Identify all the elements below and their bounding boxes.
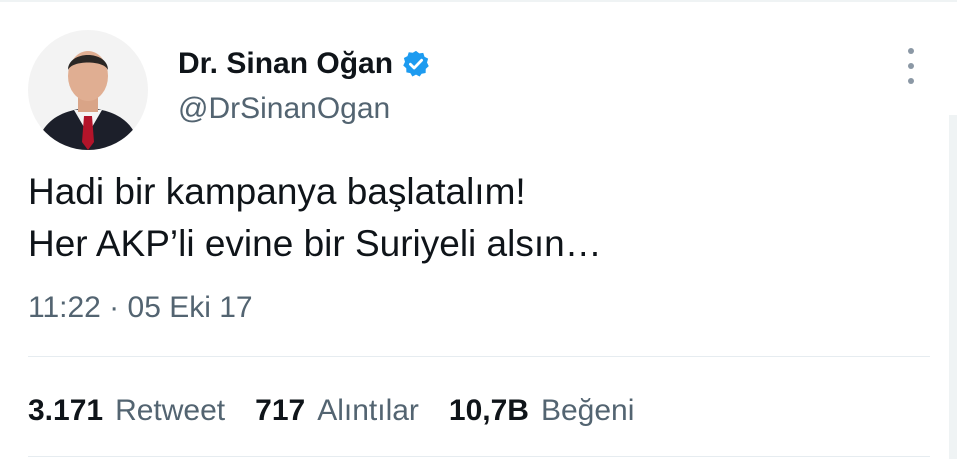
divider [28, 456, 930, 457]
tweet-timestamp[interactable]: 11:22 · 05 Eki 17 [28, 288, 253, 328]
scrollbar-track [949, 115, 957, 459]
stat-label: Beğeni [540, 394, 635, 427]
stat-value: 717 [255, 394, 306, 427]
divider [28, 356, 930, 357]
author-display-name[interactable]: Dr. Sinan Oğan [178, 46, 393, 82]
stat-label: Retweet [115, 394, 226, 427]
stat-value: 3.171 [28, 394, 104, 427]
verified-badge-icon[interactable] [401, 49, 431, 79]
tweet-text: Hadi bir kampanya başlatalım! Her AKP’li… [28, 171, 602, 264]
stat-retweets[interactable]: 3.171 Retweet [28, 389, 225, 433]
stat-value: 10,7B [448, 394, 529, 427]
author-handle[interactable]: @DrSinanOgan [178, 91, 390, 127]
engagement-stats: 3.171 Retweet 717 Alıntılar 10,7B Beğeni [28, 389, 664, 433]
stat-label: Alıntılar [317, 394, 419, 427]
avatar-image [28, 30, 148, 150]
avatar[interactable] [28, 30, 148, 150]
stat-quotes[interactable]: 717 Alıntılar [255, 389, 419, 433]
more-options-icon[interactable] [900, 48, 922, 84]
author-display-name-row[interactable]: Dr. Sinan Oğan [178, 46, 431, 82]
stat-likes[interactable]: 10,7B Beğeni [449, 389, 634, 433]
top-border [0, 0, 957, 2]
